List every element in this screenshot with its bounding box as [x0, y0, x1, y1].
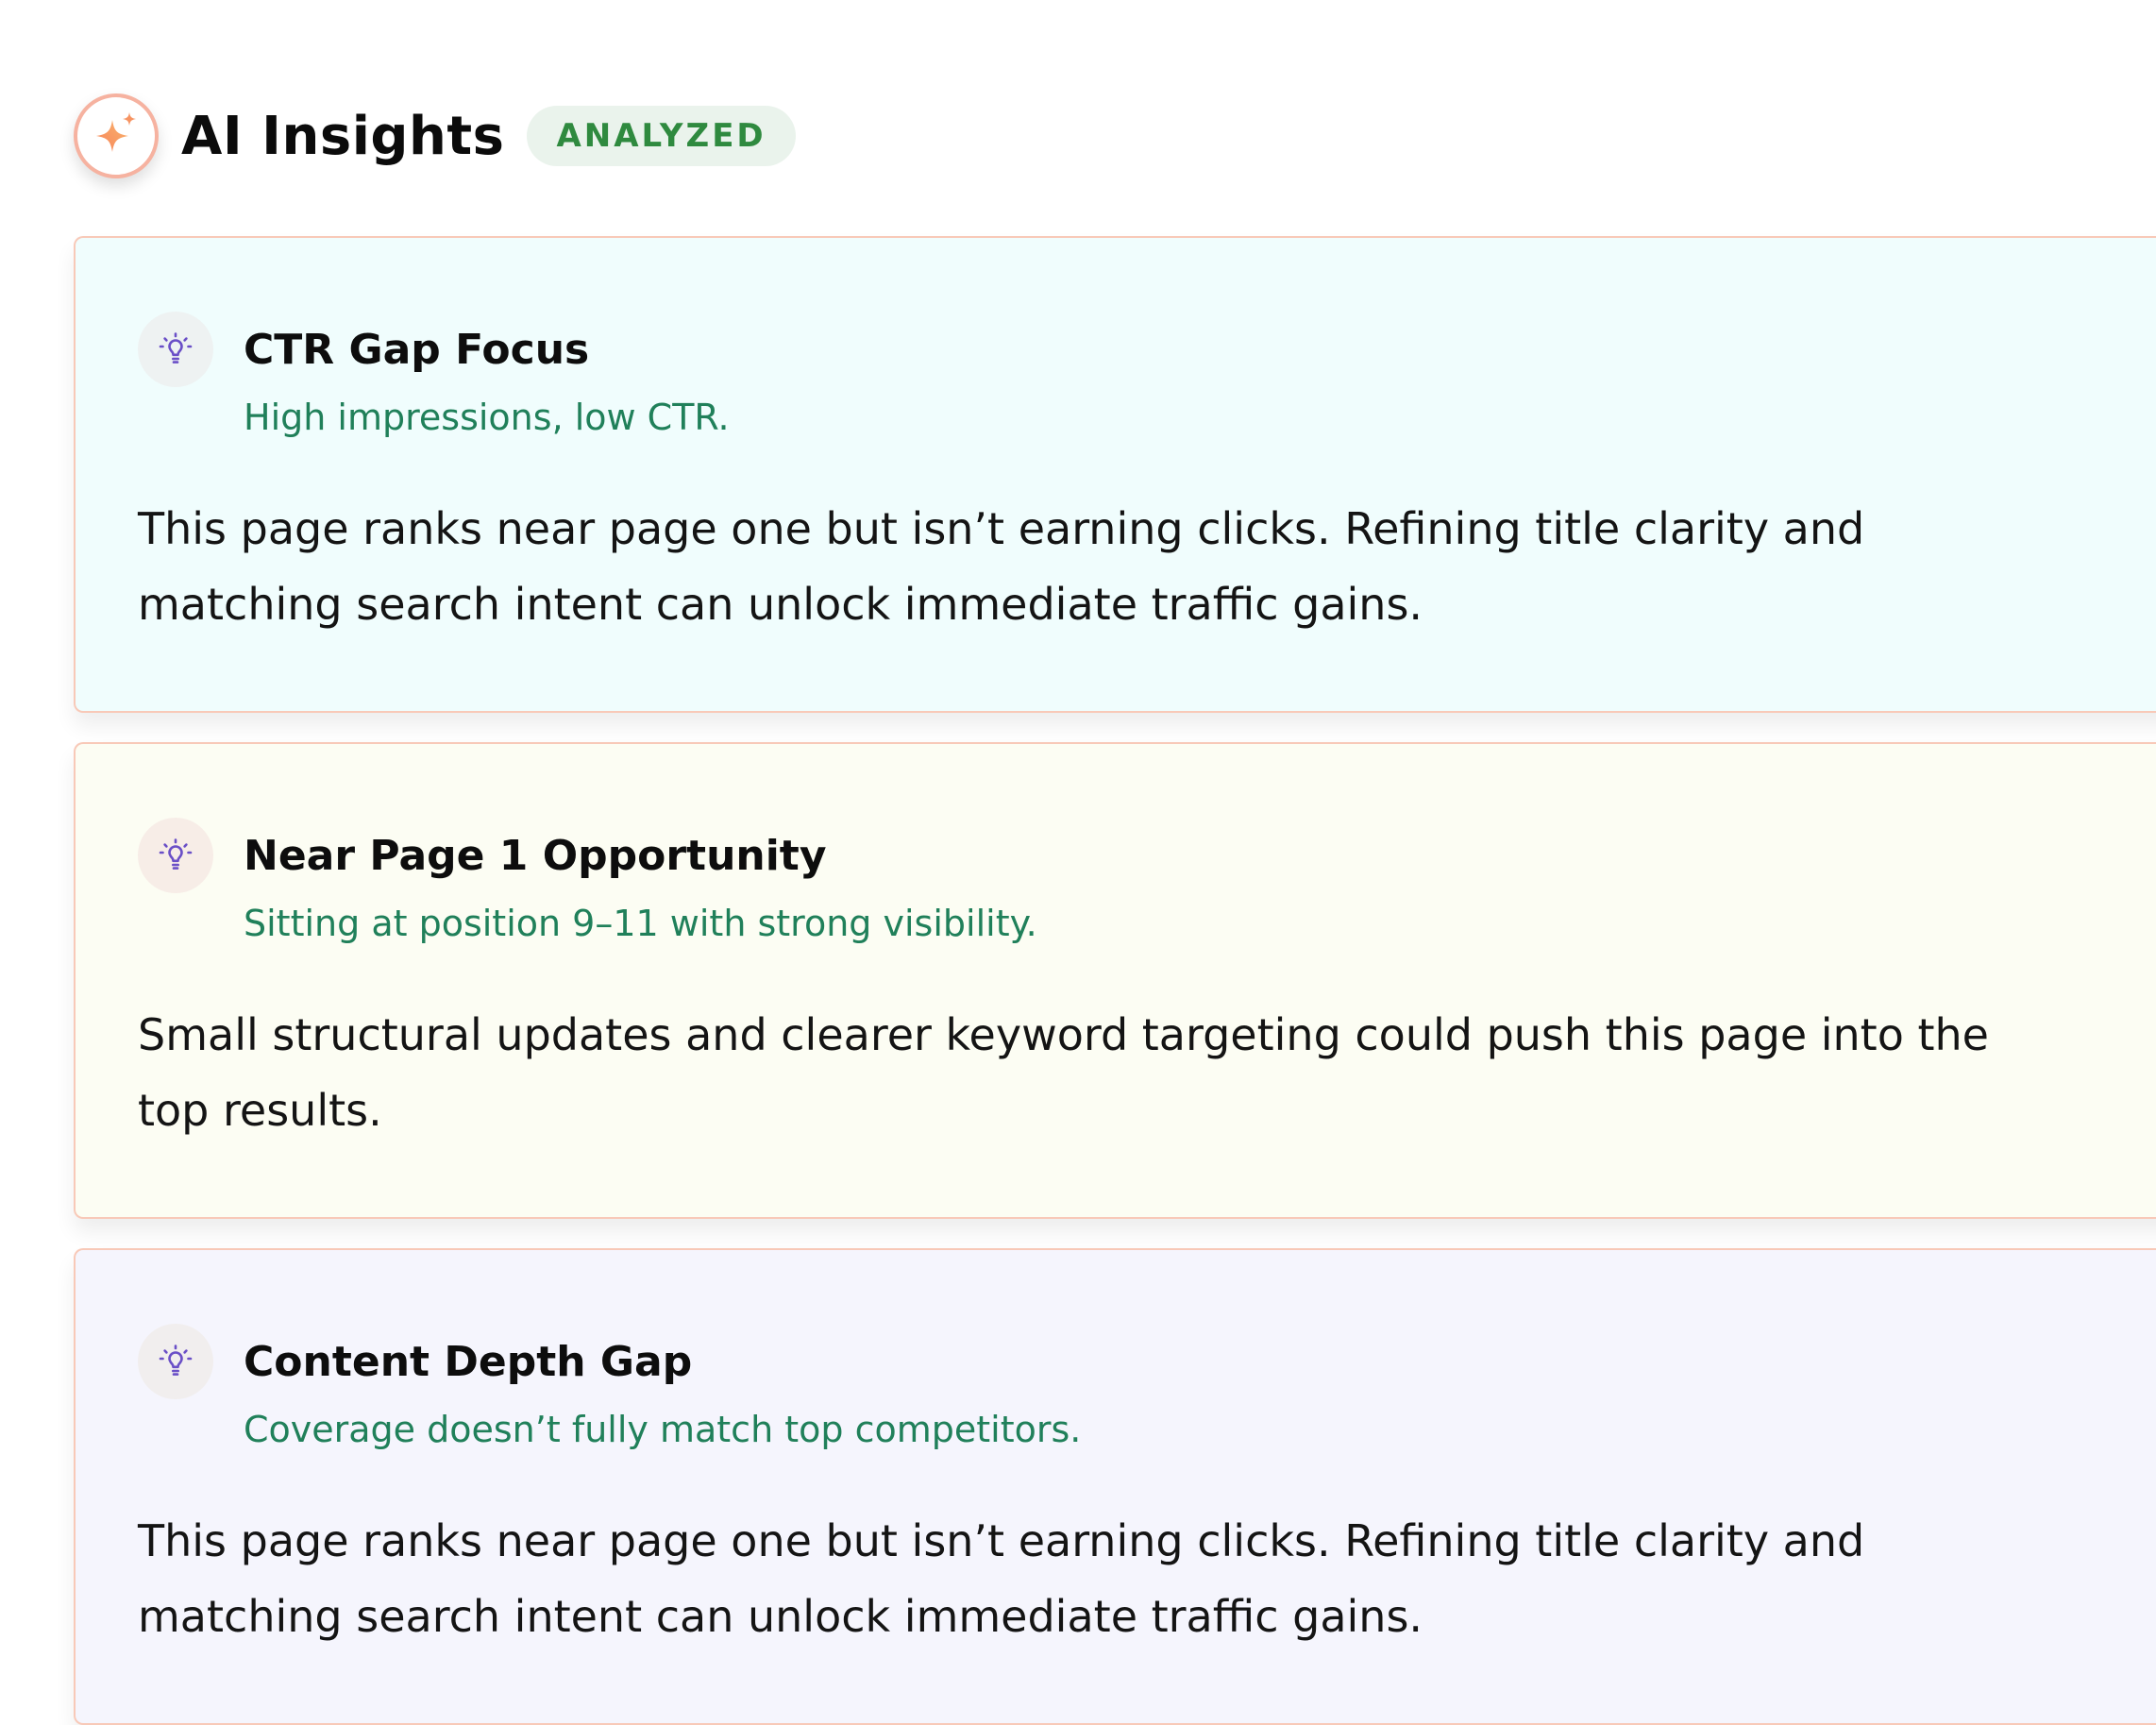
status-badge: ANALYZED — [527, 106, 796, 166]
insight-card-header: Content Depth Gap — [138, 1324, 692, 1399]
insight-subtitle: Coverage doesn’t fully match top competi… — [244, 1409, 1082, 1450]
insight-description: Small structural updates and clearer key… — [138, 1009, 1989, 1136]
insight-card-header: Near Page 1 Opportunity — [138, 818, 827, 893]
insight-card-near-page-1: Near Page 1 Opportunity Sitting at posit… — [74, 742, 2156, 1219]
insight-description: This page ranks near page one but isn’t … — [138, 503, 1865, 630]
insight-card-content-depth: Content Depth Gap Coverage doesn’t fully… — [74, 1248, 2156, 1725]
page-title: AI Insights — [181, 105, 505, 167]
insight-title: Near Page 1 Opportunity — [244, 831, 827, 880]
lightbulb-icon — [138, 818, 213, 893]
insight-card-header: CTR Gap Focus — [138, 312, 589, 387]
sparkle-icon — [74, 93, 159, 178]
insight-subtitle: High impressions, low CTR. — [244, 397, 730, 438]
insight-card-ctr-gap: CTR Gap Focus High impressions, low CTR.… — [74, 236, 2156, 713]
insights-header: AI Insights ANALYZED — [74, 91, 796, 181]
insight-subtitle: Sitting at position 9–11 with strong vis… — [244, 903, 1037, 944]
insight-description: This page ranks near page one but isn’t … — [138, 1515, 1865, 1642]
insight-title: Content Depth Gap — [244, 1337, 693, 1386]
lightbulb-icon — [138, 1324, 213, 1399]
lightbulb-icon — [138, 312, 213, 387]
insight-title: CTR Gap Focus — [244, 325, 590, 374]
